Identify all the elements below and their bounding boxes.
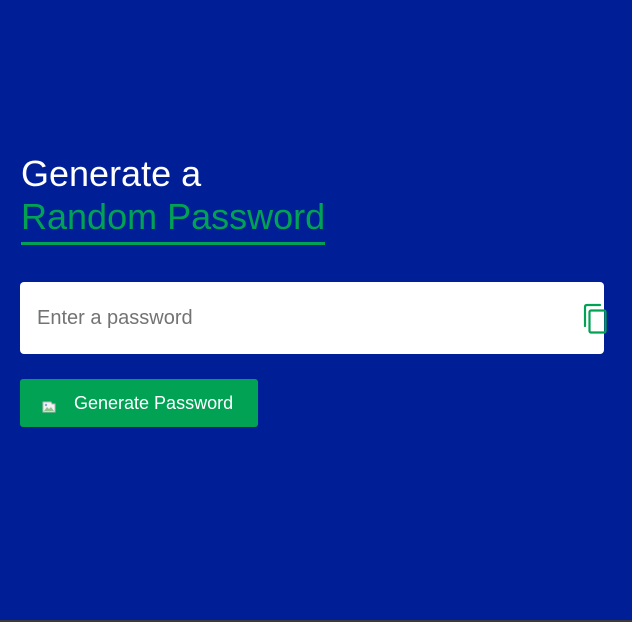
copy-icon[interactable] xyxy=(580,303,610,335)
generate-password-button[interactable]: Generate Password xyxy=(20,379,258,427)
password-field-container xyxy=(20,282,607,354)
page-heading: Generate a Random Password xyxy=(21,152,326,245)
app-page: Generate a Random Password Generate Pass… xyxy=(0,0,632,620)
generate-button-label: Generate Password xyxy=(74,393,234,413)
heading-line-2-highlight: Random Password xyxy=(21,196,326,245)
broken-image-icon xyxy=(42,397,56,413)
heading-line-1: Generate a xyxy=(21,153,202,194)
password-input[interactable] xyxy=(20,282,540,354)
